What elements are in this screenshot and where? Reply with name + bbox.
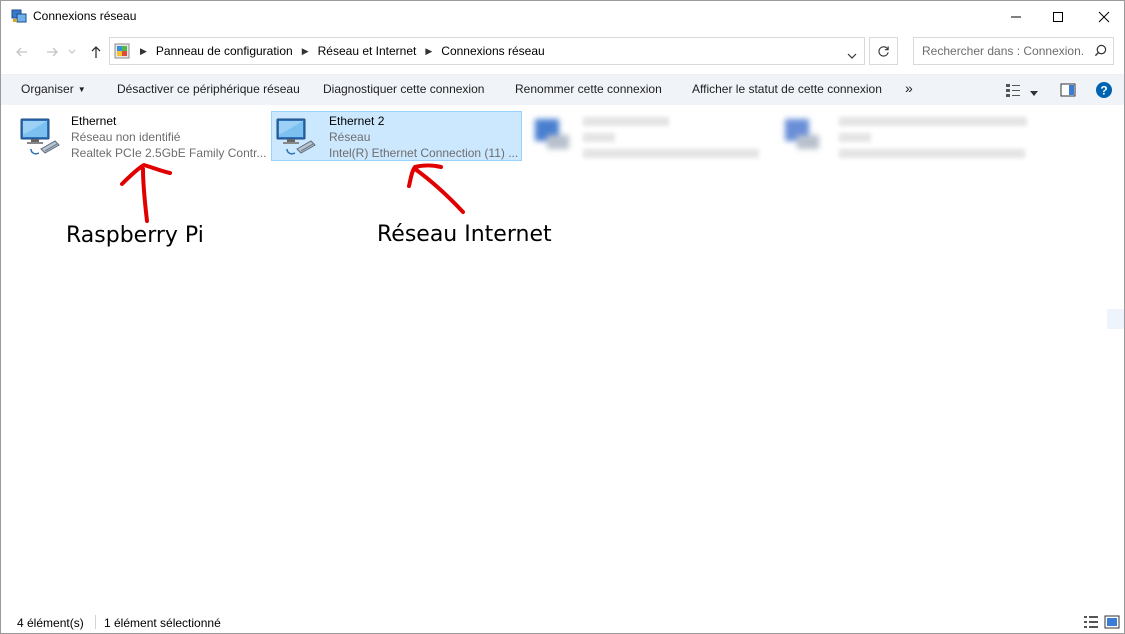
maximize-button[interactable] [1035, 1, 1081, 32]
more-commands-button[interactable]: » [905, 80, 913, 96]
view-status-button[interactable]: Afficher le statut de cette connexion [692, 82, 882, 96]
selection-count: 1 élément sélectionné [104, 616, 221, 630]
status-bar: 4 élément(s) 1 élément sélectionné [1, 611, 1124, 633]
forward-button[interactable] [41, 41, 63, 63]
breadcrumb: ▶ Panneau de configuration ▶ Réseau et I… [136, 38, 545, 64]
minimize-button[interactable] [993, 1, 1039, 32]
recent-locations-dropdown[interactable] [65, 41, 79, 63]
search-box[interactable] [913, 37, 1114, 65]
network-connections-icon [11, 8, 27, 24]
organize-menu[interactable]: Organiser ▼ [21, 82, 86, 96]
title-bar: Connexions réseau [1, 1, 1124, 32]
window-title: Connexions réseau [33, 9, 137, 23]
organize-label: Organiser [21, 82, 74, 96]
svg-text:?: ? [1100, 84, 1107, 98]
search-icon[interactable] [1094, 44, 1107, 60]
back-button[interactable] [11, 41, 33, 63]
rename-button[interactable]: Renommer cette connexion [515, 82, 662, 96]
search-input[interactable] [914, 38, 1084, 64]
preview-pane-icon[interactable] [1060, 82, 1076, 101]
explorer-window: Connexions réseau ▶ Panneau de configura… [0, 0, 1125, 634]
chevron-right-icon[interactable]: ▶ [425, 46, 432, 57]
disable-device-button[interactable]: Désactiver ce périphérique réseau [117, 82, 300, 96]
refresh-button[interactable] [869, 37, 898, 65]
item-count: 4 élément(s) [17, 616, 84, 630]
breadcrumb-item-network-internet[interactable]: Réseau et Internet [318, 44, 417, 58]
annotation-raspberry-pi: Raspberry Pi [66, 223, 204, 248]
chevron-down-icon[interactable] [847, 48, 857, 62]
arrow-left-head [120, 163, 172, 186]
navigation-bar: ▶ Panneau de configuration ▶ Réseau et I… [1, 35, 1124, 69]
caret-down-icon: ▼ [77, 85, 86, 94]
status-divider [95, 615, 96, 629]
chevron-right-icon[interactable]: ▶ [302, 46, 309, 57]
help-icon[interactable]: ? [1095, 81, 1113, 102]
scroll-hint [1107, 309, 1124, 329]
diagnose-button[interactable]: Diagnostiquer cette connexion [323, 82, 484, 96]
connections-list: Ethernet Réseau non identifié Realtek PC… [1, 107, 1124, 607]
refresh-icon [878, 45, 889, 57]
change-view-icon[interactable] [1005, 82, 1021, 101]
details-view-icon[interactable] [1083, 615, 1099, 632]
chevron-right-icon: ▶ [140, 45, 147, 56]
large-icons-view-icon[interactable] [1104, 615, 1120, 632]
command-bar: Organiser ▼ Désactiver ce périphérique ré… [1, 74, 1124, 105]
view-options-dropdown[interactable] [1030, 86, 1038, 100]
close-button[interactable] [1081, 1, 1124, 32]
up-button[interactable] [85, 41, 107, 63]
arrow-right-shaft [413, 167, 465, 214]
arrow-left-shaft [141, 167, 149, 223]
annotation-reseau-internet: Réseau Internet [377, 222, 552, 247]
address-bar[interactable]: ▶ Panneau de configuration ▶ Réseau et I… [109, 37, 865, 65]
breadcrumb-item-network-connections[interactable]: Connexions réseau [441, 44, 544, 58]
control-panel-icon [114, 43, 130, 62]
breadcrumb-item-control-panel[interactable]: Panneau de configuration [156, 44, 293, 58]
